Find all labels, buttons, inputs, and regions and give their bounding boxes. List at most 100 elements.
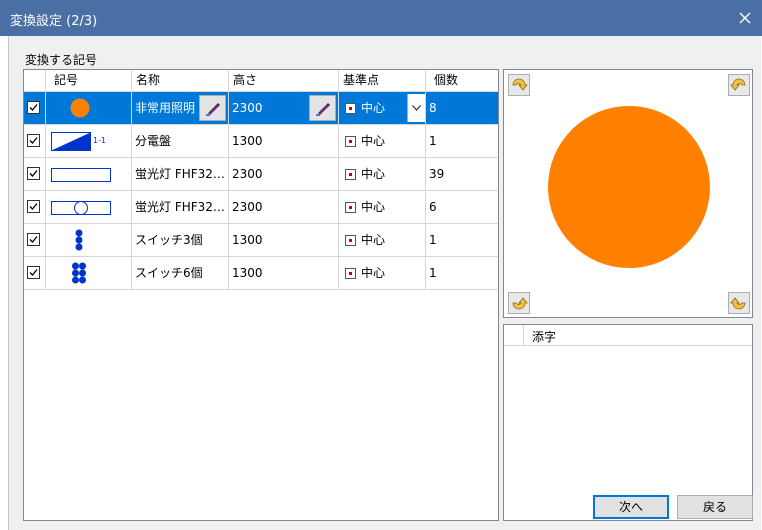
preview-symbol-circle — [548, 106, 710, 268]
header-check-column — [24, 70, 46, 92]
name-text: 蛍光灯 FHF32… — [135, 200, 225, 214]
header-base-point[interactable]: 基準点 — [339, 70, 426, 92]
name-cell[interactable]: 蛍光灯 FHF32… — [132, 158, 229, 191]
height-cell[interactable]: 1300 — [229, 224, 339, 257]
table-header: 記号 名称 高さ 基準点 個数 — [24, 70, 498, 92]
height-text: 1300 — [232, 233, 263, 247]
count-text: 6 — [429, 200, 437, 214]
count-text: 39 — [429, 167, 445, 181]
base-point-icon — [345, 136, 356, 147]
height-cell[interactable]: 2300 — [229, 92, 339, 125]
header-symbol[interactable]: 記号 — [46, 70, 132, 92]
check-icon — [29, 104, 38, 111]
dialog-body: 変換する記号 記号 名称 高さ 基準点 個数 非常用照明 2300 中心 8 1… — [8, 36, 761, 530]
name-cell[interactable]: 蛍光灯 FHF32… — [132, 191, 229, 224]
check-icon — [29, 170, 38, 177]
count-cell: 6 — [426, 191, 498, 224]
check-cell[interactable] — [24, 158, 46, 191]
pen-icon — [205, 103, 220, 116]
count-cell: 1 — [426, 125, 498, 158]
name-cell[interactable]: 非常用照明 — [132, 92, 229, 125]
row-checkbox[interactable] — [27, 233, 40, 246]
count-cell: 1 — [426, 224, 498, 257]
name-text: スイッチ6個 — [135, 266, 203, 280]
table-row[interactable]: 非常用照明 2300 中心 8 — [24, 92, 498, 125]
suffix-list[interactable]: 添字 — [503, 324, 753, 521]
edit-height-button[interactable] — [309, 95, 336, 121]
base-point-text: 中心 — [361, 200, 386, 214]
symbol-cell — [46, 257, 132, 290]
table-row[interactable]: スイッチ3個 1300 中心 1 — [24, 224, 498, 257]
name-cell[interactable]: スイッチ3個 — [132, 224, 229, 257]
table-row[interactable]: 蛍光灯 FHF32… 2300 中心 6 — [24, 191, 498, 224]
name-cell[interactable]: 分電盤 — [132, 125, 229, 158]
count-cell: 39 — [426, 158, 498, 191]
table-row[interactable]: 1-1 分電盤 1300 中心 1 — [24, 125, 498, 158]
base-point-dropdown[interactable]: 中心 — [339, 224, 426, 257]
check-cell[interactable] — [24, 92, 46, 125]
switch-6-symbol-icon — [72, 262, 86, 284]
back-button[interactable]: 戻る — [677, 495, 753, 519]
height-cell[interactable]: 1300 — [229, 257, 339, 290]
rotate-arrow-icon — [730, 78, 746, 91]
header-height[interactable]: 高さ — [229, 70, 339, 92]
check-cell[interactable] — [24, 224, 46, 257]
orange-circle-symbol-icon — [70, 98, 90, 118]
switch-3-symbol-icon — [75, 229, 83, 251]
count-text: 8 — [429, 101, 437, 115]
height-text: 2300 — [232, 101, 263, 115]
height-text: 2300 — [232, 200, 263, 214]
base-point-dropdown[interactable]: 中心 — [339, 191, 426, 224]
check-icon — [29, 137, 38, 144]
symbol-preview — [503, 69, 753, 318]
count-text: 1 — [429, 134, 437, 148]
base-point-icon — [345, 169, 356, 180]
table-row[interactable]: 蛍光灯 FHF32… 2300 中心 39 — [24, 158, 498, 191]
base-point-dropdown[interactable]: 中心 — [339, 92, 426, 125]
base-point-text: 中心 — [361, 167, 386, 181]
row-checkbox[interactable] — [27, 101, 40, 114]
name-text: 蛍光灯 FHF32… — [135, 167, 225, 181]
name-text: スイッチ3個 — [135, 233, 203, 247]
table-row[interactable]: スイッチ6個 1300 中心 1 — [24, 257, 498, 290]
base-point-icon — [345, 202, 356, 213]
section-label: 変換する記号 — [25, 53, 98, 67]
symbol-cell — [46, 92, 132, 125]
edit-name-button[interactable] — [199, 95, 226, 121]
check-cell[interactable] — [24, 125, 46, 158]
rotate-top-right-button[interactable] — [728, 74, 750, 96]
close-button[interactable] — [728, 0, 762, 36]
suffix-header-label: 添字 — [532, 330, 557, 344]
rotate-top-left-button[interactable] — [508, 74, 530, 96]
rotate-bottom-right-button[interactable] — [728, 292, 750, 314]
row-checkbox[interactable] — [27, 134, 40, 147]
base-point-dropdown[interactable]: 中心 — [339, 158, 426, 191]
window-title: 変換設定 (2/3) — [10, 14, 98, 29]
row-checkbox[interactable] — [27, 167, 40, 180]
check-cell[interactable] — [24, 191, 46, 224]
check-icon — [29, 236, 38, 243]
chevron-down-icon[interactable] — [407, 94, 425, 122]
symbol-table: 記号 名称 高さ 基準点 個数 非常用照明 2300 中心 8 1-1 分電盤 … — [23, 69, 499, 521]
name-cell[interactable]: スイッチ6個 — [132, 257, 229, 290]
row-checkbox[interactable] — [27, 266, 40, 279]
header-count[interactable]: 個数 — [426, 70, 498, 92]
name-text: 分電盤 — [135, 134, 172, 148]
base-point-dropdown[interactable]: 中心 — [339, 257, 426, 290]
row-checkbox[interactable] — [27, 200, 40, 213]
next-button[interactable]: 次へ — [593, 495, 669, 519]
base-point-text: 中心 — [361, 233, 386, 247]
check-cell[interactable] — [24, 257, 46, 290]
count-text: 1 — [429, 233, 437, 247]
height-cell[interactable]: 1300 — [229, 125, 339, 158]
base-point-dropdown[interactable]: 中心 — [339, 125, 426, 158]
height-cell[interactable]: 2300 — [229, 191, 339, 224]
height-cell[interactable]: 2300 — [229, 158, 339, 191]
pen-icon — [315, 103, 330, 116]
header-name[interactable]: 名称 — [132, 70, 229, 92]
rotate-arrow-icon — [512, 78, 528, 91]
suffix-header: 添字 — [504, 325, 752, 346]
rotate-bottom-left-button[interactable] — [508, 292, 530, 314]
symbol-cell: 1-1 — [46, 125, 132, 158]
base-point-icon — [345, 103, 356, 114]
